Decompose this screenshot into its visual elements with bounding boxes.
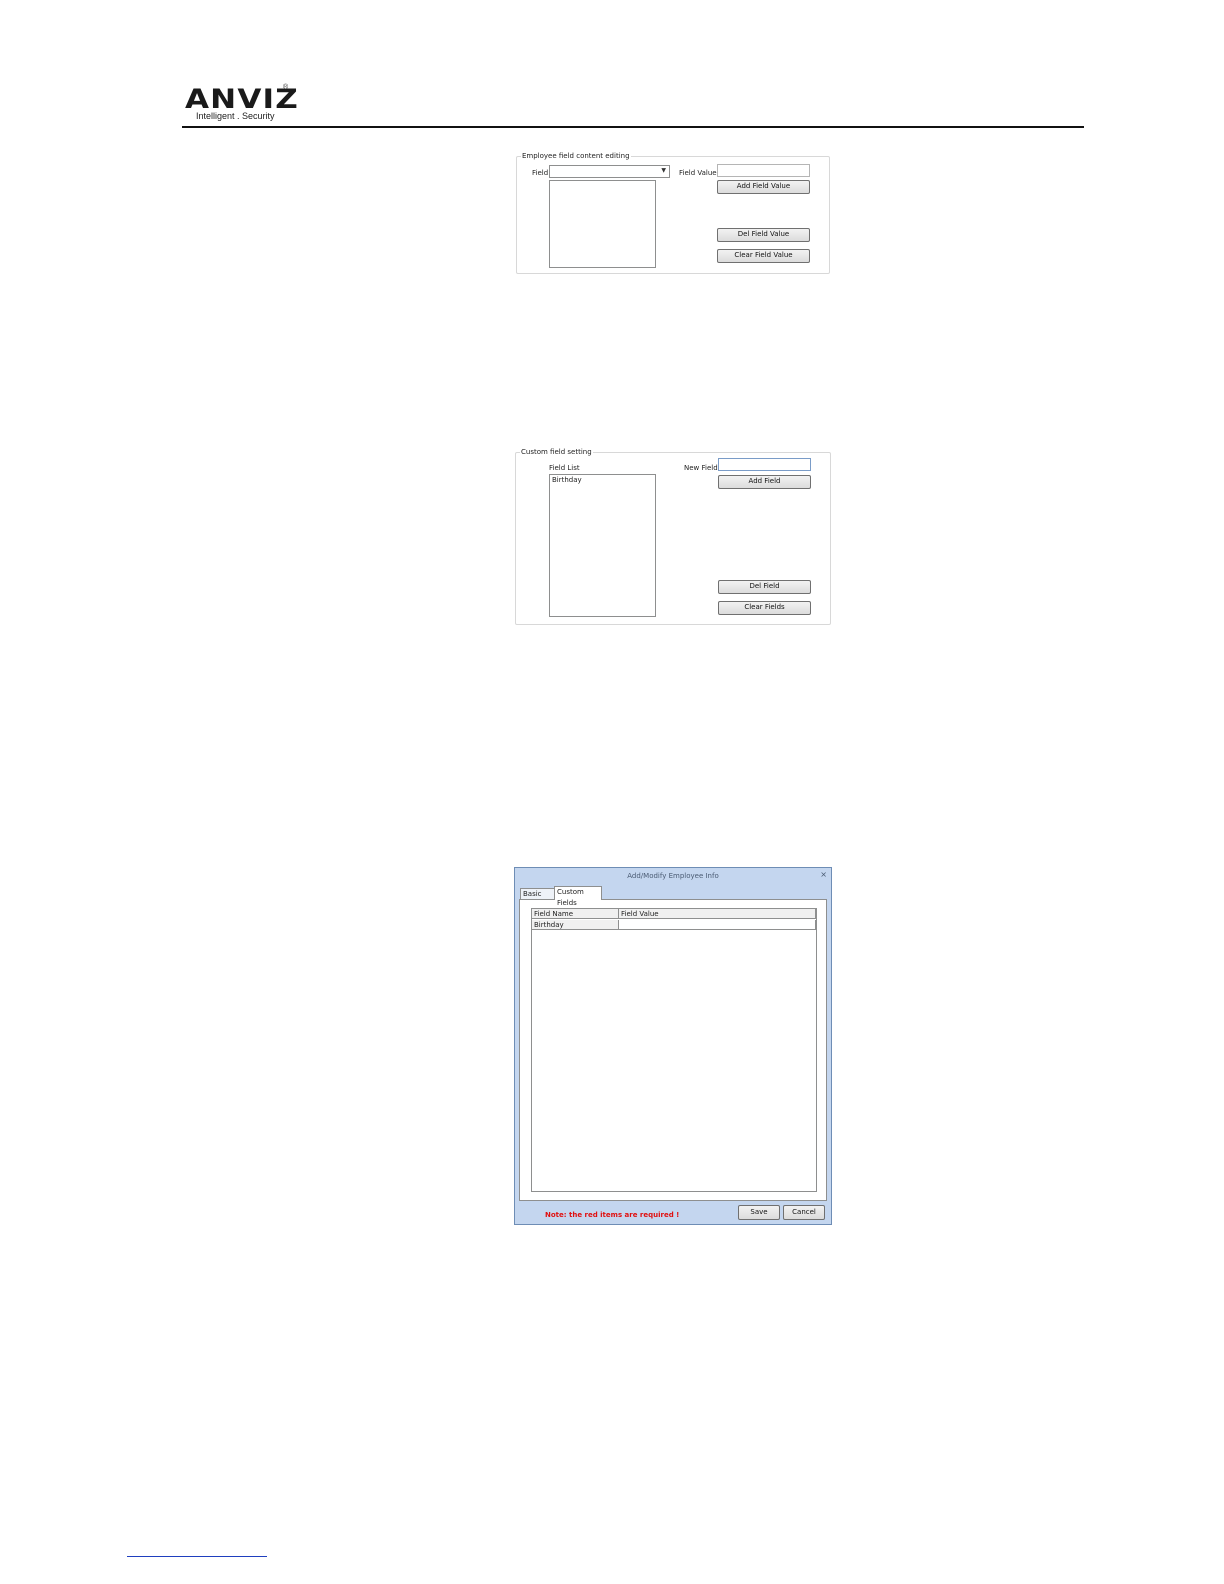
field-dropdown[interactable]: ▼ <box>549 165 670 178</box>
save-button[interactable]: Save <box>738 1205 780 1220</box>
header-rule <box>182 126 1084 128</box>
add-field-button[interactable]: Add Field <box>718 475 811 489</box>
anviz-logo: ANVIZ ® Intelligent . Security <box>185 84 298 121</box>
logo-wordmark: ANVIZ <box>185 84 299 115</box>
grid-header-row: Field Name Field Value <box>532 909 816 919</box>
del-field-value-button[interactable]: Del Field Value <box>717 228 810 242</box>
required-note: Note: the red items are required ! <box>545 1211 680 1219</box>
custom-fields-grid: Field Name Field Value Birthday <box>531 908 817 1192</box>
field-values-listbox[interactable] <box>549 180 656 268</box>
new-field-label: New Field <box>684 464 718 472</box>
custom-field-setting-panel: Custom field setting Field List Birthday… <box>515 448 831 625</box>
field-value-label: Field Value <box>679 169 717 177</box>
footer-link-underline[interactable] <box>127 1556 267 1557</box>
panel-title: Employee field content editing <box>521 152 631 160</box>
tab-custom-fields[interactable]: Custom Fields <box>554 886 602 907</box>
close-icon[interactable]: × <box>820 870 827 879</box>
field-label: Field <box>532 169 549 177</box>
row-field-name: Birthday <box>532 920 619 930</box>
row-field-value[interactable] <box>619 920 816 930</box>
field-value-input[interactable] <box>717 164 810 177</box>
logo-tagline: Intelligent . Security <box>196 111 275 121</box>
chevron-down-icon: ▼ <box>661 167 666 174</box>
column-header-field-name[interactable]: Field Name <box>532 909 619 919</box>
field-list-label: Field List <box>549 464 580 472</box>
new-field-input[interactable] <box>718 458 811 471</box>
clear-field-value-button[interactable]: Clear Field Value <box>717 249 810 263</box>
dialog-title: Add/Modify Employee Info <box>627 872 719 880</box>
clear-fields-button[interactable]: Clear Fields <box>718 601 811 615</box>
column-header-field-value[interactable]: Field Value <box>619 909 816 919</box>
field-content-editing-panel: Employee field content editing Field ▼ F… <box>516 152 830 274</box>
del-field-button[interactable]: Del Field <box>718 580 811 594</box>
field-listbox[interactable]: Birthday <box>549 474 656 617</box>
list-item[interactable]: Birthday <box>550 475 655 485</box>
registered-mark: ® <box>283 84 289 91</box>
custom-fields-page: Field Name Field Value Birthday <box>519 899 827 1201</box>
panel-title: Custom field setting <box>520 448 593 456</box>
add-field-value-button[interactable]: Add Field Value <box>717 180 810 194</box>
cancel-button[interactable]: Cancel <box>783 1205 825 1220</box>
employee-info-dialog: Add/Modify Employee Info × Basic Info Cu… <box>514 867 832 1225</box>
table-row[interactable]: Birthday <box>532 920 816 930</box>
